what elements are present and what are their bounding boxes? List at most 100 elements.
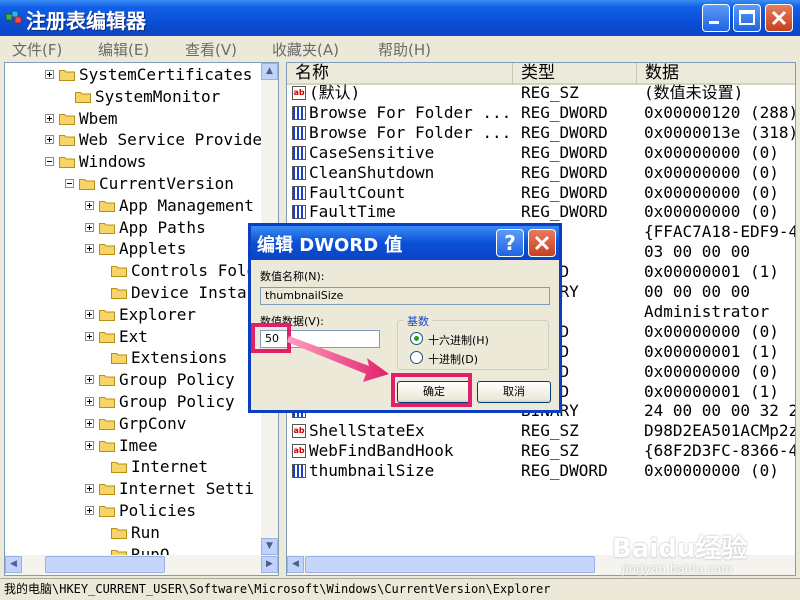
expand-icon[interactable] — [85, 375, 94, 385]
scroll-left-button[interactable]: ◀ — [5, 556, 22, 573]
title-bar: 注册表编辑器 — [0, 0, 800, 36]
key-tree-pane[interactable]: SystemCertificates SystemMonitor Wbem Web S… — [4, 62, 279, 576]
value-data: 03 00 00 00 — [644, 242, 750, 262]
tree-item-label: Device Instal — [131, 283, 257, 302]
base-label: 基数 — [404, 313, 432, 329]
folder-icon — [99, 484, 115, 496]
value-name: Browse For Folder ... — [309, 102, 512, 122]
scroll-down-button[interactable]: ▼ — [261, 538, 278, 555]
dec-radio-label[interactable]: 十进制(D) — [428, 351, 478, 367]
expand-icon[interactable] — [45, 70, 54, 79]
value-type: REG_DWORD — [521, 182, 608, 202]
value-data: 00 00 00 00 — [644, 282, 750, 301]
binary-value-icon — [292, 464, 306, 479]
maximize-button[interactable] — [733, 4, 761, 32]
expand-icon[interactable] — [85, 484, 94, 494]
menu-help[interactable]: 帮助(H) — [378, 39, 431, 60]
column-header-type[interactable]: 类型 — [513, 63, 637, 85]
value-row[interactable]: ab (默认) REG_SZ (数值未设置) — [287, 83, 795, 103]
expand-icon[interactable] — [45, 113, 54, 123]
column-header-name[interactable]: 名称 — [287, 63, 513, 85]
binary-value-icon — [292, 125, 306, 140]
tree-item-label: Internet Setti — [119, 479, 254, 499]
folder-icon — [111, 353, 127, 365]
string-value-icon: ab — [292, 86, 306, 100]
scroll-right-button[interactable]: ▶ — [261, 556, 278, 573]
hex-radio[interactable] — [410, 332, 423, 345]
value-data: D98D2EA501ACMp2z — [644, 421, 796, 441]
menu-edit[interactable]: 编辑(E) — [98, 39, 149, 60]
tree-item-label: Group Policy — [119, 370, 235, 390]
close-button[interactable] — [765, 4, 793, 32]
expand-icon[interactable] — [85, 397, 94, 406]
expand-icon[interactable] — [45, 135, 54, 145]
tree-item-label: Run — [131, 522, 160, 542]
value-data: 0x00000001 (1) — [644, 262, 779, 282]
collapse-icon[interactable] — [45, 157, 54, 167]
tree-item-label: Explorer — [119, 304, 197, 324]
value-name: WebFindBandHook — [309, 441, 454, 461]
value-row[interactable]: Browse For Folder ... REG_DWORD 0x0000013e… — [287, 123, 795, 143]
tree-item-label: App Paths — [119, 217, 206, 237]
binary-value-icon — [292, 145, 306, 160]
hex-radio-label[interactable]: 十六进制(H) — [428, 332, 489, 348]
value-name: (默认) — [309, 83, 361, 102]
value-row[interactable]: FaultCount REG_DWORD 0x00000000 (0) — [287, 182, 795, 203]
expand-icon[interactable] — [85, 440, 94, 450]
expand-icon[interactable] — [85, 222, 94, 232]
value-data: 0x00000000 (0) — [644, 182, 779, 202]
value-data: 0x00000000 (0) — [644, 321, 779, 341]
folder-icon — [99, 331, 115, 343]
scroll-up-button[interactable]: ▲ — [261, 63, 278, 80]
value-row[interactable]: CleanShutdown REG_DWORD 0x00000000 (0) — [287, 162, 795, 183]
tree-horizontal-scrollbar[interactable]: ◀ ▶ — [5, 555, 278, 575]
help-button[interactable]: ? — [496, 229, 524, 257]
expand-icon[interactable] — [85, 331, 94, 341]
value-row[interactable]: Browse For Folder ... REG_DWORD 0x00000120… — [287, 102, 796, 123]
column-header-data[interactable]: 数据 — [637, 63, 795, 85]
scroll-thumb[interactable] — [305, 556, 595, 573]
dec-radio[interactable] — [410, 351, 423, 364]
value-name: CaseSensitive — [309, 142, 435, 162]
expand-icon[interactable] — [85, 506, 94, 515]
dialog-title: 编辑 DWORD 值 — [257, 235, 403, 256]
tree-item-label: Controls Folde — [131, 261, 266, 281]
menu-view[interactable]: 查看(V) — [185, 39, 237, 60]
cancel-button[interactable]: 取消 — [477, 381, 551, 403]
tree-item-label: CurrentVersion — [99, 174, 234, 193]
menu-favorites[interactable]: 收藏夹(A) — [272, 39, 339, 60]
value-data: {FFAC7A18-EDF9-4 — [644, 222, 796, 242]
value-name: CleanShutdown — [309, 162, 435, 182]
collapse-icon[interactable] — [65, 179, 74, 188]
expand-icon[interactable] — [85, 244, 94, 254]
tree-item-label: Group Policy — [119, 392, 235, 411]
binary-value-icon — [292, 105, 306, 120]
scroll-thumb[interactable] — [45, 556, 165, 573]
value-name: FaultTime — [309, 202, 396, 222]
expand-icon[interactable] — [85, 309, 94, 319]
menu-file[interactable]: 文件(F) — [12, 39, 62, 60]
value-row[interactable]: CaseSensitive REG_DWORD 0x00000000 (0) — [287, 142, 795, 163]
value-type: REG_SZ — [521, 83, 579, 102]
expand-icon[interactable] — [85, 200, 94, 210]
expand-icon[interactable] — [85, 418, 94, 428]
folder-icon — [99, 309, 115, 321]
value-data: 0x00000000 (0) — [644, 202, 779, 222]
value-type: REG_DWORD — [521, 142, 608, 162]
value-row[interactable]: FaultTime REG_DWORD 0x00000000 (0) — [287, 202, 795, 222]
value-row[interactable]: thumbnailSize REG_DWORD 0x00000000 (0) — [287, 461, 795, 481]
binary-value-icon — [292, 185, 306, 200]
value-row[interactable]: ab ShellStateEx REG_SZ D98D2EA501ACMp2z — [287, 421, 796, 441]
status-bar: 我的电脑\HKEY_CURRENT_USER\Software\Microsof… — [0, 578, 800, 600]
base-groupbox: 基数 十六进制(H) 十进制(D) — [397, 313, 549, 370]
scroll-left-button[interactable]: ◀ — [287, 556, 304, 573]
tree-item-label: SystemCertificates — [79, 65, 253, 84]
value-type: REG_DWORD — [521, 162, 608, 182]
value-row[interactable]: ab WebFindBandHook REG_SZ {68F2D3FC-8366-4 — [287, 441, 795, 461]
tree-item-label: GrpConv — [119, 413, 187, 433]
dialog-close-button[interactable] — [528, 229, 556, 257]
value-type: REG_SZ — [521, 441, 579, 461]
minimize-button[interactable] — [702, 4, 730, 32]
folder-icon — [75, 91, 91, 103]
value-data: 0x00000120 (288) — [644, 102, 796, 122]
